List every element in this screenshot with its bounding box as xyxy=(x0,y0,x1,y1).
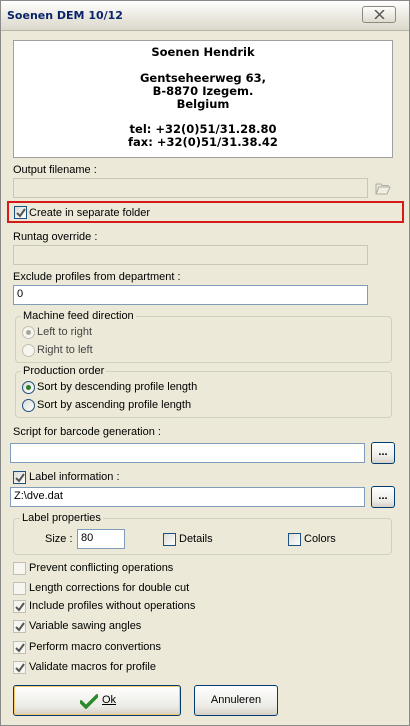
label-information-label: Label information : xyxy=(29,471,120,483)
option-label: Variable sawing angles xyxy=(29,620,142,632)
details-label: Details xyxy=(179,533,213,545)
barcode-browse-button[interactable]: ... xyxy=(371,442,395,464)
label-information-checkbox[interactable] xyxy=(13,471,26,484)
company-name: Soenen Hendrik xyxy=(151,45,255,59)
ok-button[interactable]: Ok xyxy=(13,685,181,716)
option-checkbox[interactable] xyxy=(13,661,26,674)
size-label: Size : xyxy=(45,533,73,545)
barcode-script-input[interactable] xyxy=(10,443,365,463)
production-order-title: Production order xyxy=(21,365,107,377)
checkmark-icon xyxy=(15,473,25,483)
cancel-label: Annuleren xyxy=(210,694,262,706)
runtag-override-field[interactable] xyxy=(13,245,368,265)
exclude-profiles-label: Exclude profiles from department : xyxy=(13,271,181,283)
barcode-script-label: Script for barcode generation : xyxy=(13,426,161,438)
option-checkbox[interactable] xyxy=(13,582,26,595)
colors-label: Colors xyxy=(304,533,336,545)
exclude-profiles-input[interactable]: 0 xyxy=(13,285,368,305)
option-label: Prevent conflicting operations xyxy=(29,562,174,574)
create-folder-label: Create in separate folder xyxy=(29,207,151,219)
option-label: Include profiles without operations xyxy=(29,600,196,612)
dialog-window: Soenen DEM 10/12 Soenen Hendrik Gentsehe… xyxy=(0,0,410,726)
folder-open-icon[interactable] xyxy=(375,182,391,195)
checkmark-icon xyxy=(15,663,25,673)
checkmark-icon xyxy=(16,208,26,218)
close-button[interactable] xyxy=(362,6,396,23)
radio-left-to-right[interactable] xyxy=(22,326,35,339)
option-checkbox[interactable] xyxy=(13,641,26,654)
radio-right-to-left[interactable] xyxy=(22,344,35,357)
option-label: Length corrections for double cut xyxy=(29,582,190,594)
label-properties-title: Label properties xyxy=(20,512,103,524)
checkmark-icon xyxy=(80,694,98,709)
address-panel: Soenen Hendrik Gentseheerweg 63, B-8870 … xyxy=(13,40,393,158)
cancel-button[interactable]: Annuleren xyxy=(194,685,278,716)
label-browse-button[interactable]: ... xyxy=(371,486,395,508)
option-checkbox[interactable] xyxy=(13,562,26,575)
checkmark-icon xyxy=(15,622,25,632)
runtag-override-label: Runtag override : xyxy=(13,231,98,243)
right-to-left-label: Right to left xyxy=(37,344,93,356)
details-checkbox[interactable] xyxy=(163,533,176,546)
ok-label: Ok xyxy=(102,694,117,706)
checkmark-icon xyxy=(15,602,25,612)
output-filename-field[interactable] xyxy=(13,178,368,198)
title-bar: Soenen DEM 10/12 xyxy=(1,1,409,31)
sort-descending-label: Sort by descending profile length xyxy=(37,381,198,393)
checkmark-icon xyxy=(15,643,25,653)
colors-checkbox[interactable] xyxy=(288,533,301,546)
option-checkbox[interactable] xyxy=(13,600,26,613)
window-title: Soenen DEM 10/12 xyxy=(7,9,123,22)
label-information-input[interactable]: Z:\dve.dat xyxy=(10,487,365,507)
output-filename-label: Output filename : xyxy=(13,164,97,176)
address-country: Belgium xyxy=(176,97,230,111)
address-fax: fax: +32(0)51/31.38.42 xyxy=(128,135,278,149)
option-checkbox[interactable] xyxy=(13,620,26,633)
size-input[interactable]: 80 xyxy=(77,529,125,549)
close-icon xyxy=(374,10,385,19)
option-label: Perform macro convertions xyxy=(29,641,162,653)
sort-ascending-label: Sort by ascending profile length xyxy=(37,399,192,411)
radio-sort-descending[interactable] xyxy=(22,381,35,394)
machine-feed-title: Machine feed direction xyxy=(21,310,136,322)
radio-sort-ascending[interactable] xyxy=(22,399,35,412)
option-label: Validate macros for profile xyxy=(29,661,156,673)
create-folder-checkbox[interactable] xyxy=(14,206,27,219)
left-to-right-label: Left to right xyxy=(37,326,93,338)
